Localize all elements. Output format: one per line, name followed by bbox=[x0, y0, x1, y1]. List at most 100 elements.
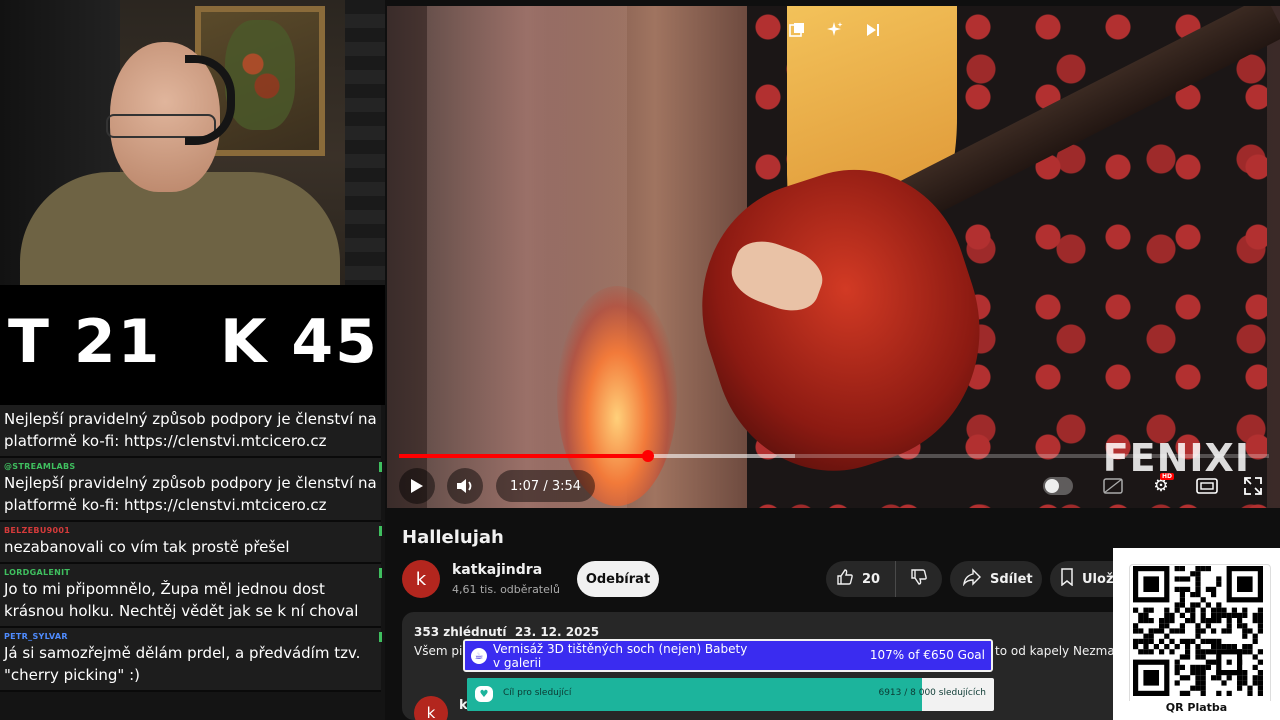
qr-module bbox=[1221, 607, 1227, 613]
chat-text: Nejlepší pravidelný způsob podpory je čl… bbox=[4, 410, 377, 450]
qr-module bbox=[1237, 623, 1243, 629]
qr-module bbox=[1242, 633, 1248, 639]
progress-bar[interactable] bbox=[399, 450, 1269, 462]
subscribe-button[interactable]: Odebírat bbox=[577, 561, 659, 597]
qr-module bbox=[1226, 618, 1232, 624]
qr-module bbox=[1205, 566, 1211, 572]
follower-goal-widget: ♥ Cíl pro sledující 6913 / 8 000 sledují… bbox=[467, 678, 994, 711]
qr-module bbox=[1200, 654, 1206, 660]
chat-text: Jo to mi připomnělo, Župa měl jednou dos… bbox=[4, 580, 359, 620]
qr-module bbox=[1143, 670, 1159, 686]
qr-module bbox=[1179, 654, 1185, 660]
comment-avatar[interactable]: k bbox=[414, 696, 448, 720]
autoplay-toggle[interactable] bbox=[1043, 477, 1073, 495]
progress-scrubber[interactable] bbox=[641, 450, 654, 462]
qr-module bbox=[1216, 576, 1222, 582]
qr-module bbox=[1216, 581, 1222, 587]
qr-module bbox=[1153, 628, 1159, 634]
qr-module bbox=[1205, 618, 1211, 624]
qr-module bbox=[1159, 628, 1165, 634]
qr-module bbox=[1190, 571, 1196, 577]
qr-module bbox=[1252, 654, 1258, 660]
qr-module bbox=[1169, 628, 1175, 634]
qr-module bbox=[1195, 649, 1201, 655]
toggle-knob bbox=[1045, 479, 1059, 493]
qr-module bbox=[1247, 644, 1253, 650]
qr-module bbox=[1195, 644, 1201, 650]
qr-module bbox=[1221, 612, 1227, 618]
time-separator: / bbox=[539, 478, 552, 494]
qr-module bbox=[1138, 618, 1144, 624]
donation-goal-amount: 107% of €650 Goal bbox=[869, 648, 985, 662]
qr-module bbox=[1211, 644, 1217, 650]
channel-avatar[interactable]: k bbox=[402, 560, 440, 598]
qr-module bbox=[1252, 618, 1258, 624]
subtitles-button[interactable] bbox=[1097, 470, 1129, 502]
qr-module bbox=[1195, 586, 1201, 592]
qr-module bbox=[1237, 680, 1243, 686]
view-count-date: 353 zhlédnutí 23. 12. 2025 bbox=[414, 625, 600, 639]
qr-module bbox=[1211, 638, 1217, 644]
time-current: 1:07 bbox=[510, 478, 540, 494]
like-button[interactable]: 20 bbox=[826, 561, 896, 597]
skip-next-icon[interactable] bbox=[859, 16, 887, 44]
chat-accent-bar bbox=[379, 526, 382, 536]
dislike-button[interactable] bbox=[896, 561, 942, 597]
sparkle-icon[interactable] bbox=[821, 16, 849, 44]
qr-module bbox=[1133, 623, 1139, 629]
qr-module bbox=[1190, 602, 1196, 608]
qr-module bbox=[1257, 690, 1263, 696]
qr-module bbox=[1164, 607, 1170, 613]
chat-text: Nejlepší pravidelný způsob podpory je čl… bbox=[4, 474, 377, 514]
volume-button[interactable] bbox=[447, 468, 483, 504]
qr-module bbox=[1148, 628, 1154, 634]
qr-module bbox=[1169, 638, 1175, 644]
qr-module bbox=[1226, 690, 1232, 696]
fullscreen-button[interactable] bbox=[1237, 470, 1269, 502]
share-icon bbox=[962, 567, 982, 591]
qr-module bbox=[1231, 612, 1237, 618]
settings-button[interactable]: ⚙ HD bbox=[1145, 470, 1177, 502]
chat-username: BELZEBU9001 bbox=[4, 526, 71, 535]
description-text-end: to od kapely Nezmar bbox=[995, 644, 1120, 658]
qr-module bbox=[1195, 654, 1201, 660]
qr-module bbox=[1185, 690, 1191, 696]
qr-module bbox=[1237, 685, 1243, 691]
qr-module bbox=[1200, 597, 1206, 603]
qr-module bbox=[1237, 618, 1243, 624]
qr-module bbox=[1143, 607, 1149, 613]
qr-module bbox=[1179, 664, 1185, 670]
miniplayer-icon[interactable] bbox=[783, 16, 811, 44]
qr-module bbox=[1211, 659, 1217, 665]
share-button[interactable]: Sdílet bbox=[950, 561, 1042, 597]
description-text-start: Všem pi bbox=[414, 644, 463, 658]
qr-module bbox=[1242, 612, 1248, 618]
webcam-acoustic-panel bbox=[345, 0, 385, 285]
qr-module bbox=[1190, 685, 1196, 691]
qr-module bbox=[1257, 628, 1263, 634]
qr-module bbox=[1231, 644, 1237, 650]
qr-module bbox=[1148, 638, 1154, 644]
channel-name[interactable]: katkajindra bbox=[452, 562, 542, 578]
qr-module bbox=[1133, 607, 1139, 613]
qr-module bbox=[1200, 649, 1206, 655]
video-player[interactable]: FENIXI 1:07 / 3:54 ⚙ HD bbox=[387, 6, 1280, 508]
heart-hands-icon: ♥ bbox=[475, 686, 493, 702]
like-dislike-group: 20 bbox=[826, 561, 942, 597]
qr-module bbox=[1247, 685, 1253, 691]
qr-module bbox=[1211, 649, 1217, 655]
qr-module bbox=[1221, 628, 1227, 634]
qr-module bbox=[1174, 628, 1180, 634]
qr-module bbox=[1143, 644, 1149, 650]
qr-module bbox=[1190, 607, 1196, 613]
qr-module bbox=[1159, 638, 1165, 644]
qr-module bbox=[1179, 597, 1185, 603]
qr-module bbox=[1205, 638, 1211, 644]
hd-badge: HD bbox=[1159, 473, 1174, 480]
theater-mode-button[interactable] bbox=[1191, 470, 1223, 502]
chat-message: Nejlepší pravidelný způsob podpory je čl… bbox=[0, 405, 381, 458]
qr-module bbox=[1211, 586, 1217, 592]
qr-module bbox=[1185, 607, 1191, 613]
play-button[interactable] bbox=[399, 468, 435, 504]
follower-goal-title: Cíl pro sledující bbox=[503, 688, 572, 698]
